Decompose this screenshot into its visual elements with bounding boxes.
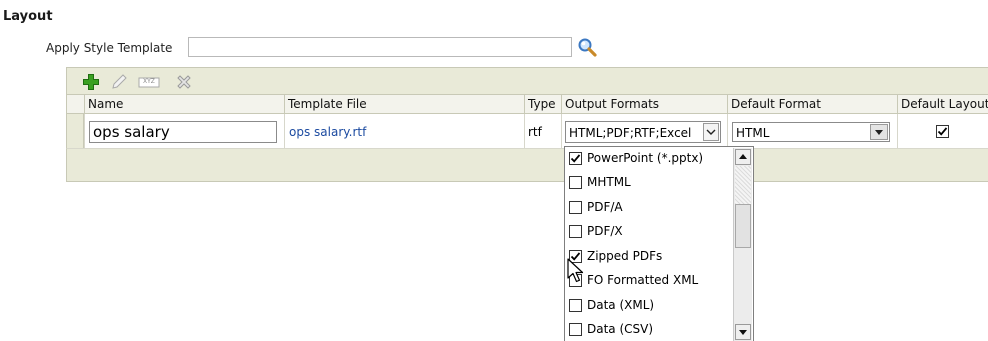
format-option-label: PDF/X — [587, 224, 623, 238]
add-icon — [83, 74, 99, 90]
scroll-track[interactable] — [735, 166, 751, 204]
xyz-button[interactable]: XYZ — [138, 73, 160, 91]
checkmark-icon — [570, 252, 581, 261]
arrow-up-icon — [739, 154, 747, 159]
output-formats-select[interactable]: HTML;PDF;RTF;Excel — [565, 121, 721, 143]
column-header-output-formats[interactable]: Output Formats — [561, 95, 727, 113]
table-header: Name Template File Type Output Formats D… — [66, 95, 988, 114]
default-format-value: HTML — [736, 126, 770, 140]
format-option-label: FO Formatted XML — [587, 273, 699, 287]
apply-style-template-label: Apply Style Template — [46, 41, 173, 55]
table-row[interactable]: ops salary.rtf rtf HTML;PDF;RTF;Excel HT… — [66, 114, 988, 149]
default-format-select[interactable]: HTML — [732, 122, 890, 142]
section-title: Layout — [3, 9, 53, 24]
row-selector[interactable] — [67, 114, 84, 148]
column-header-default-layout[interactable]: Default Layout — [897, 95, 988, 113]
apply-style-template-input[interactable] — [188, 37, 572, 57]
scroll-up-button[interactable] — [735, 149, 751, 165]
format-option-label: Data (XML) — [587, 298, 655, 312]
format-checkbox[interactable] — [569, 225, 582, 238]
xyz-icon-label: XYZ — [143, 78, 155, 85]
format-option-mhtml[interactable]: MHTML — [569, 173, 729, 193]
column-header-template-file[interactable]: Template File — [284, 95, 524, 113]
layouts-table: XYZ Name Template File Type Output Forma… — [66, 67, 988, 183]
scroll-thumb[interactable] — [735, 204, 751, 248]
column-header-type[interactable]: Type — [524, 95, 561, 113]
format-option-label: PowerPoint (*.pptx) — [587, 151, 704, 165]
format-option-label: MHTML — [587, 175, 631, 189]
output-formats-dropdown: PowerPoint (*.pptx) MHTML PDF/A PDF/X Zi… — [564, 146, 754, 341]
name-cell — [84, 114, 284, 148]
checkmark-icon — [937, 127, 948, 136]
delete-button[interactable] — [175, 73, 193, 91]
format-checkbox[interactable] — [569, 152, 582, 165]
edit-icon — [112, 74, 127, 89]
format-option-pdf-x[interactable]: PDF/X — [569, 222, 729, 242]
format-option-fo-formatted-xml[interactable]: FO Formatted XML — [569, 271, 729, 291]
add-button[interactable] — [82, 73, 100, 91]
output-formats-cell: HTML;PDF;RTF;Excel — [561, 114, 727, 148]
type-value: rtf — [528, 125, 542, 139]
format-option-zipped-pdfs[interactable]: Zipped PDFs — [569, 247, 729, 267]
scroll-down-button[interactable] — [735, 324, 751, 340]
table-footer — [66, 149, 988, 182]
format-checkbox[interactable] — [569, 176, 582, 189]
format-checkbox[interactable] — [569, 299, 582, 312]
dropdown-arrow-icon[interactable] — [870, 124, 888, 140]
format-checkbox[interactable] — [569, 323, 582, 336]
column-header-default-format[interactable]: Default Format — [727, 95, 897, 113]
column-header-name[interactable]: Name — [84, 95, 284, 113]
output-formats-value: HTML;PDF;RTF;Excel — [569, 126, 692, 140]
format-option-powerpoint[interactable]: PowerPoint (*.pptx) — [569, 149, 729, 169]
format-option-data-csv[interactable]: Data (CSV) — [569, 320, 729, 340]
format-option-label: Data (CSV) — [587, 322, 654, 336]
format-checkbox[interactable] — [569, 250, 582, 263]
dropdown-scrollbar[interactable] — [733, 148, 752, 341]
default-layout-cell — [897, 114, 988, 148]
format-option-label: PDF/A — [587, 200, 623, 214]
format-option-data-xml[interactable]: Data (XML) — [569, 296, 729, 316]
format-option-pdf-a[interactable]: PDF/A — [569, 198, 729, 218]
type-cell: rtf — [524, 114, 561, 148]
search-button[interactable] — [576, 37, 598, 59]
search-icon — [578, 38, 597, 57]
format-option-label: Zipped PDFs — [587, 249, 663, 263]
layout-name-input[interactable] — [89, 121, 277, 143]
chevron-down-icon[interactable] — [703, 123, 719, 141]
default-format-cell: HTML — [727, 114, 897, 148]
template-file-cell: ops salary.rtf — [284, 114, 524, 148]
checkmark-icon — [570, 154, 581, 163]
delete-icon — [177, 75, 191, 89]
template-file-link[interactable]: ops salary.rtf — [289, 125, 366, 139]
format-checkbox[interactable] — [569, 274, 582, 287]
default-layout-checkbox[interactable] — [936, 125, 949, 138]
edit-button[interactable] — [110, 73, 128, 91]
format-checkbox[interactable] — [569, 201, 582, 214]
arrow-down-icon — [739, 330, 747, 335]
table-toolbar: XYZ — [66, 67, 988, 95]
